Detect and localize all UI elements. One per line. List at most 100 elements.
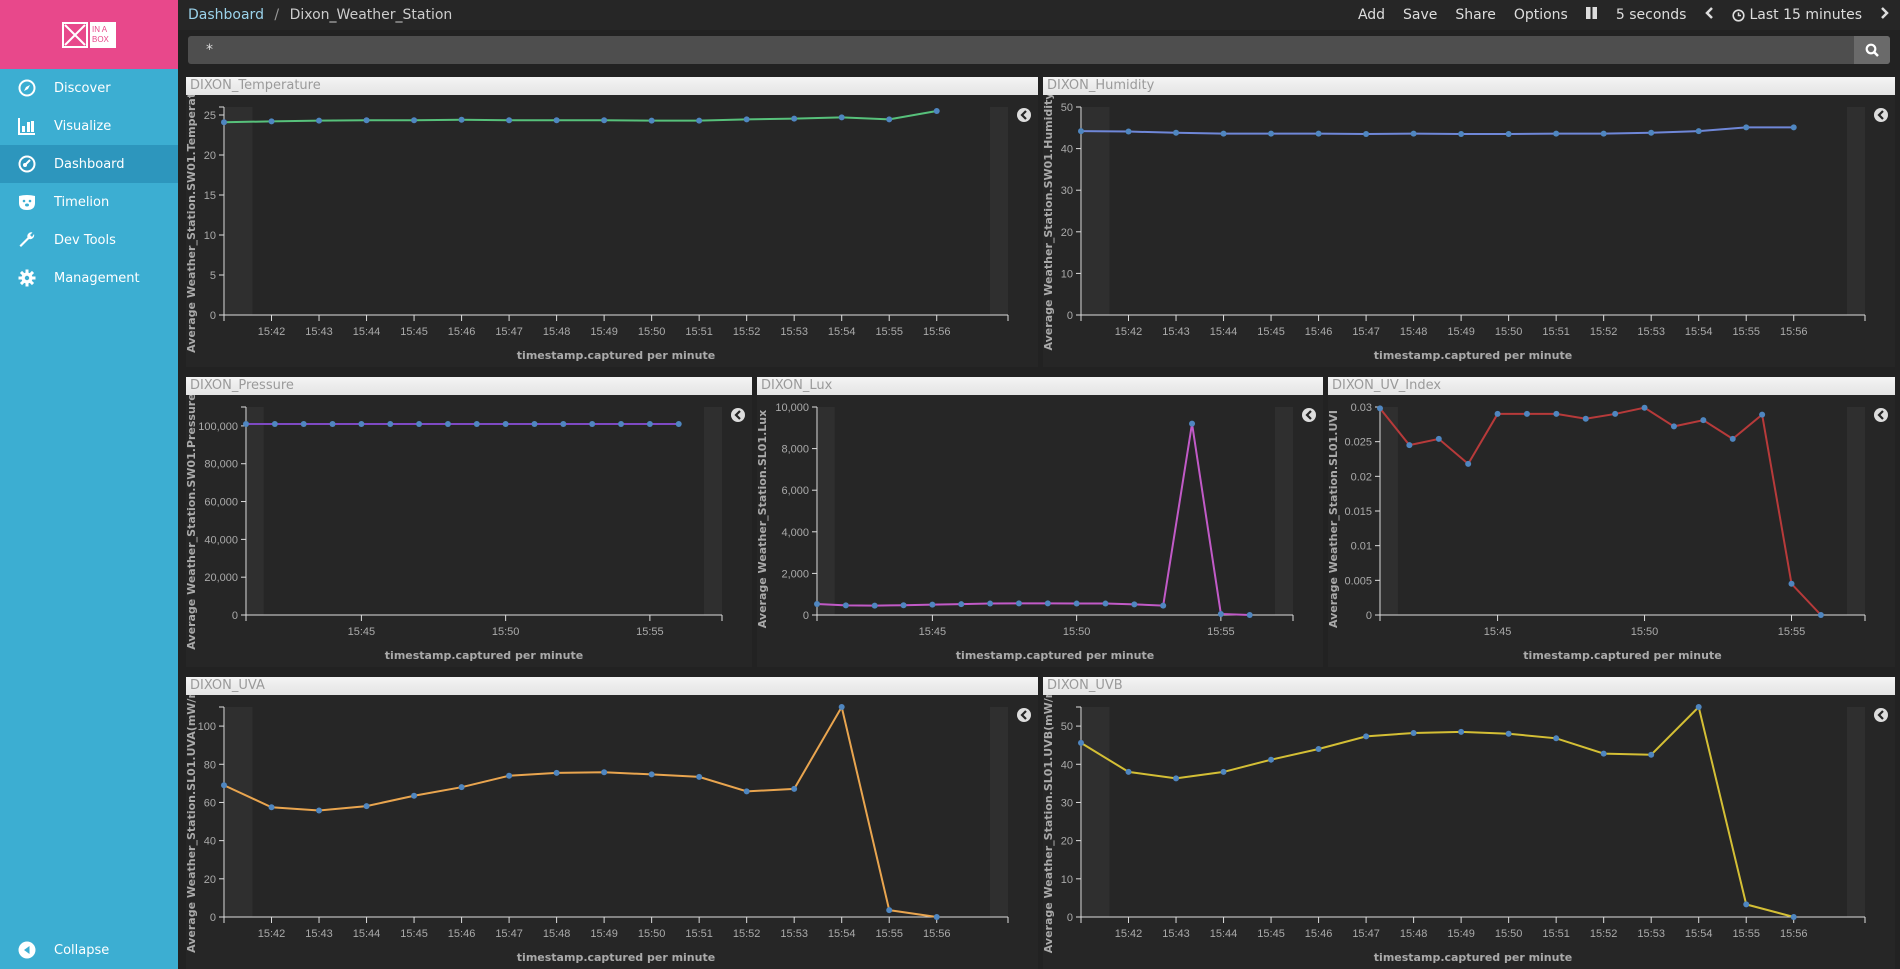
data-point[interactable] <box>1220 130 1227 137</box>
data-point[interactable] <box>933 914 940 920</box>
data-point[interactable] <box>1078 739 1084 746</box>
data-point[interactable] <box>1759 411 1766 418</box>
data-point[interactable] <box>958 601 965 608</box>
data-point[interactable] <box>1268 756 1275 763</box>
data-point[interactable] <box>1363 733 1370 740</box>
data-point[interactable] <box>743 788 750 795</box>
data-point[interactable] <box>1268 130 1275 137</box>
data-point[interactable] <box>648 117 655 124</box>
data-point[interactable] <box>601 769 608 776</box>
data-point[interactable] <box>1553 410 1560 417</box>
data-point[interactable] <box>458 784 465 791</box>
data-point[interactable] <box>601 117 608 124</box>
data-point[interactable] <box>1695 704 1702 710</box>
data-point[interactable] <box>1458 131 1465 138</box>
data-point[interactable] <box>1315 130 1322 137</box>
data-point[interactable] <box>300 421 307 428</box>
data-point[interactable] <box>1505 730 1512 737</box>
data-point[interactable] <box>1406 442 1413 449</box>
data-point[interactable] <box>316 807 323 814</box>
data-point[interactable] <box>553 117 560 124</box>
data-point[interactable] <box>1790 124 1797 131</box>
data-point[interactable] <box>363 117 370 124</box>
data-point[interactable] <box>1743 124 1750 131</box>
data-point[interactable] <box>791 115 798 122</box>
data-point[interactable] <box>473 421 480 428</box>
data-point[interactable] <box>1743 901 1750 908</box>
data-point[interactable] <box>1494 410 1501 417</box>
search-input[interactable] <box>188 36 1854 64</box>
data-point[interactable] <box>1173 775 1180 782</box>
data-point[interactable] <box>416 421 423 428</box>
data-point[interactable] <box>271 421 278 428</box>
data-point[interactable] <box>814 600 820 607</box>
data-point[interactable] <box>929 601 936 608</box>
data-point[interactable] <box>1363 131 1370 138</box>
save-button[interactable]: Save <box>1403 7 1437 23</box>
data-point[interactable] <box>411 117 418 124</box>
data-point[interactable] <box>387 421 394 428</box>
data-point[interactable] <box>842 602 849 609</box>
data-point[interactable] <box>886 907 893 914</box>
panel-title[interactable]: DIXON_UVA <box>186 677 1038 695</box>
panel-title[interactable]: DIXON_Pressure <box>186 377 752 395</box>
options-button[interactable]: Options <box>1514 7 1568 23</box>
data-point[interactable] <box>243 421 249 428</box>
data-point[interactable] <box>1553 735 1560 742</box>
pause-button[interactable] <box>1585 7 1598 23</box>
data-point[interactable] <box>560 421 567 428</box>
legend-toggle-button[interactable] <box>1874 108 1888 122</box>
data-point[interactable] <box>358 421 365 428</box>
data-point[interactable] <box>1790 914 1797 920</box>
data-point[interactable] <box>268 804 275 811</box>
data-point[interactable] <box>316 117 323 124</box>
data-point[interactable] <box>1641 404 1648 411</box>
data-point[interactable] <box>531 421 538 428</box>
sidebar-item-management[interactable]: Management <box>0 259 178 297</box>
share-button[interactable]: Share <box>1455 7 1495 23</box>
logo[interactable]: IN A BOX <box>0 0 178 69</box>
sidebar-item-dashboard[interactable]: Dashboard <box>0 145 178 183</box>
legend-toggle-button[interactable] <box>1874 408 1888 422</box>
data-point[interactable] <box>900 602 907 609</box>
data-point[interactable] <box>1435 435 1442 442</box>
data-point[interactable] <box>506 772 513 779</box>
data-point[interactable] <box>648 771 655 778</box>
data-point[interactable] <box>1044 600 1051 607</box>
data-point[interactable] <box>411 792 418 799</box>
data-point[interactable] <box>1648 751 1655 758</box>
data-point[interactable] <box>221 782 227 789</box>
refresh-interval-button[interactable]: 5 seconds <box>1616 7 1687 23</box>
data-point[interactable] <box>696 117 703 124</box>
data-point[interactable] <box>221 119 227 126</box>
data-point[interactable] <box>1700 417 1707 424</box>
data-point[interactable] <box>1582 415 1589 422</box>
panel-title[interactable]: DIXON_Temperature <box>186 77 1038 95</box>
data-point[interactable] <box>1648 129 1655 136</box>
legend-toggle-button[interactable] <box>1302 408 1316 422</box>
data-point[interactable] <box>1817 612 1824 618</box>
data-point[interactable] <box>1523 410 1530 417</box>
sidebar-item-dev-tools[interactable]: Dev Tools <box>0 221 178 259</box>
data-point[interactable] <box>1465 460 1472 467</box>
data-point[interactable] <box>1220 768 1227 775</box>
data-point[interactable] <box>1729 435 1736 442</box>
sidebar-item-discover[interactable]: Discover <box>0 69 178 107</box>
legend-toggle-button[interactable] <box>1017 708 1031 722</box>
data-point[interactable] <box>1189 420 1196 427</box>
panel-title[interactable]: DIXON_Lux <box>757 377 1323 395</box>
search-button[interactable] <box>1854 36 1890 64</box>
time-picker-button[interactable]: Last 15 minutes <box>1732 7 1862 23</box>
data-point[interactable] <box>444 421 451 428</box>
add-button[interactable]: Add <box>1358 7 1385 23</box>
data-point[interactable] <box>1695 128 1702 135</box>
data-point[interactable] <box>987 600 994 607</box>
data-point[interactable] <box>1505 131 1512 138</box>
data-point[interactable] <box>1600 130 1607 137</box>
legend-toggle-button[interactable] <box>1874 708 1888 722</box>
panel-title[interactable]: DIXON_UV_Index <box>1328 377 1895 395</box>
data-point[interactable] <box>743 116 750 123</box>
data-point[interactable] <box>1102 600 1109 607</box>
legend-toggle-button[interactable] <box>731 408 745 422</box>
breadcrumb-dashboard-link[interactable]: Dashboard <box>188 7 264 23</box>
